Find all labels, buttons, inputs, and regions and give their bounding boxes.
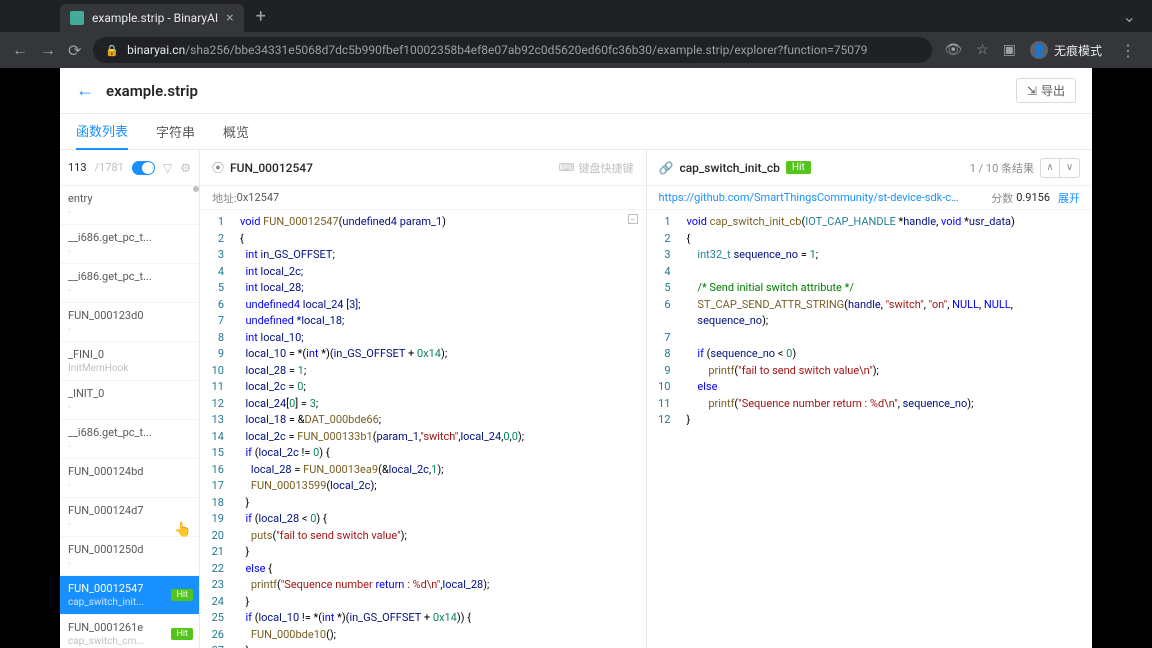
list-item[interactable]: FUN_000124bd- [60,459,199,498]
reload-icon[interactable]: ⟳ [68,41,81,60]
list-item[interactable]: entry- [60,186,199,225]
decompiled-pane: ⦿ FUN_00012547 ⌨ 键盘快捷键 地址: 0x12547 − 1vo… [200,150,647,648]
close-icon[interactable]: × [226,10,233,26]
match-icon: 🔗 [659,161,674,175]
favicon [70,11,84,25]
list-item[interactable]: FUN_0001250d- [60,537,199,576]
left-pane-title: FUN_00012547 [230,161,313,175]
sidebar: 113/1781 ▽ ⚙ entry-__i686.get_pc_t...-__… [60,150,200,648]
score-value: 0.9156 [1016,191,1050,204]
score-label: 分数 [991,190,1013,206]
app: ← example.strip ⇲ 导出 函数列表 字符串 概览 113/178… [60,68,1092,648]
left-pane-subheader: 地址: 0x12547 [200,186,646,210]
result-count: 1 / 10 条结果 [970,160,1034,176]
total-count: /1781 [95,161,124,174]
list-item[interactable]: FUN_000123d0- [60,303,199,342]
content: 113/1781 ▽ ⚙ entry-__i686.get_pc_t...-__… [60,150,1092,648]
browser-toolbar: 👁 ☆ ▣ 👤 无痕模式 ⋮ [944,41,1140,60]
export-label: 导出 [1041,82,1065,99]
source-link[interactable]: https://github.com/SmartThingsCommunity/… [659,191,959,204]
url-bar: ← → ⟳ 🔒 binaryai.cn/sha256/bbe34331e5068… [0,32,1152,68]
new-tab-button[interactable]: + [244,6,278,27]
tab-overview[interactable]: 概览 [223,114,249,149]
filter-toggle[interactable] [132,161,155,175]
gear-icon[interactable]: ⚙ [180,161,191,175]
incognito-label: 无痕模式 [1054,42,1102,59]
list-item[interactable]: __i686.get_pc_t...- [60,225,199,264]
list-item[interactable]: _INIT_0- [60,381,199,420]
right-pane-header: 🔗 cap_switch_init_cb Hit 1 / 10 条结果 ∧ ∨ [647,150,1093,186]
reference-pane: 🔗 cap_switch_init_cb Hit 1 / 10 条结果 ∧ ∨ … [647,150,1093,648]
next-result-button[interactable]: ∨ [1060,158,1080,178]
scroll-thumb[interactable] [193,186,199,192]
tab-dropdown-icon[interactable]: ⌄ [1107,7,1152,26]
prev-result-button[interactable]: ∧ [1040,158,1060,178]
url-field[interactable]: 🔒 binaryai.cn/sha256/bbe34331e5068d7dc5b… [93,37,932,63]
function-list[interactable]: entry-__i686.get_pc_t...-__i686.get_pc_t… [60,186,199,648]
list-item[interactable]: __i686.get_pc_t...- [60,264,199,303]
browser-chrome: example.strip - BinaryAI × + ⌄ ← → ⟳ 🔒 b… [0,0,1152,68]
list-item[interactable]: FUN_0001261ecap_switch_cm...Hit [60,615,199,648]
function-icon: ⦿ [212,159,224,176]
right-pane-subheader: https://github.com/SmartThingsCommunity/… [647,186,1093,210]
incognito-icon: 👤 [1030,41,1048,59]
right-code-area[interactable]: 1void cap_switch_init_cb(IOT_CAP_HANDLE … [647,210,1093,648]
code-panes: ⦿ FUN_00012547 ⌨ 键盘快捷键 地址: 0x12547 − 1vo… [200,150,1092,648]
tab-strings[interactable]: 字符串 [156,114,195,149]
filter-icon[interactable]: ▽ [163,161,172,175]
list-item[interactable]: _FINI_0InitMemHook [60,342,199,381]
export-button[interactable]: ⇲ 导出 [1016,78,1076,103]
expand-link[interactable]: 展开 [1058,190,1080,206]
list-item[interactable]: FUN_000124d7- [60,498,199,537]
forward-icon[interactable]: → [40,40,56,60]
puzzle-icon[interactable]: ▣ [1003,42,1016,58]
result-nav: 1 / 10 条结果 ∧ ∨ [970,158,1080,178]
app-header: ← example.strip ⇲ 导出 [60,68,1092,114]
back-arrow-icon[interactable]: ← [76,80,94,101]
hit-badge: Hit [786,161,811,174]
url-text: binaryai.cn/sha256/bbe34331e5068d7dc5b99… [127,43,867,57]
page-title: example.strip [106,82,198,100]
app-tabs: 函数列表 字符串 概览 [60,114,1092,150]
addr-label: 地址: [212,190,237,206]
incognito-badge: 👤 无痕模式 [1030,41,1102,59]
tab-functions[interactable]: 函数列表 [76,113,128,150]
keyboard-icon: ⌨ [559,161,575,174]
hotkey-label: 键盘快捷键 [579,160,634,176]
hotkey-hint[interactable]: ⌨ 键盘快捷键 [559,160,634,176]
list-item[interactable]: __i686.get_pc_t...- [60,420,199,459]
star-icon[interactable]: ☆ [976,42,989,58]
tab-bar: example.strip - BinaryAI × + ⌄ [0,0,1152,32]
lock-icon: 🔒 [105,44,119,57]
back-icon[interactable]: ← [12,40,28,60]
menu-icon[interactable]: ⋮ [1116,41,1140,60]
right-pane-title: cap_switch_init_cb [679,161,779,175]
addr-value: 0x12547 [237,191,280,204]
tab-title: example.strip - BinaryAI [92,11,218,25]
browser-tab[interactable]: example.strip - BinaryAI × [60,4,244,32]
sidebar-header: 113/1781 ▽ ⚙ [60,150,199,186]
fold-icon[interactable]: − [628,214,638,224]
export-icon: ⇲ [1027,84,1037,98]
list-item[interactable]: FUN_00012547cap_switch_init...Hit [60,576,199,615]
left-pane-header: ⦿ FUN_00012547 ⌨ 键盘快捷键 [200,150,646,186]
left-code-area[interactable]: − 1void FUN_00012547(undefined4 param_1)… [200,210,646,648]
filtered-count: 113 [68,161,87,174]
eye-off-icon[interactable]: 👁 [944,42,962,58]
